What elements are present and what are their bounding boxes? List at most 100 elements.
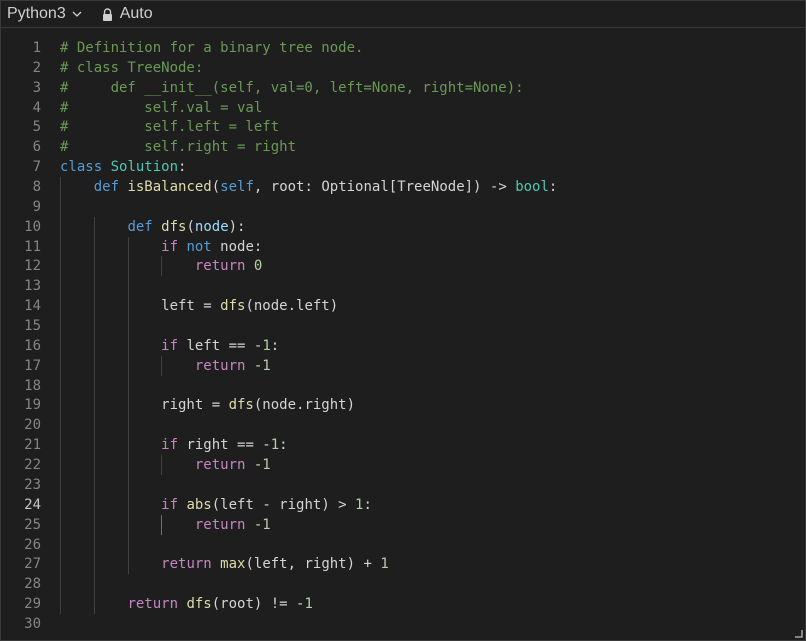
line-number: 17 bbox=[24, 357, 41, 374]
code-line[interactable]: 13 bbox=[1, 276, 805, 296]
indent-guide bbox=[93, 534, 95, 555]
code-text: # self.right = right bbox=[60, 139, 297, 156]
code-line[interactable]: 1 # Definition for a binary tree node. bbox=[1, 38, 805, 58]
indent-guide bbox=[93, 554, 95, 575]
indent-guide bbox=[60, 335, 61, 356]
indent-guide bbox=[60, 236, 61, 257]
code-line[interactable]: 5 # self.left = left bbox=[1, 117, 805, 137]
chevron-down-icon bbox=[72, 11, 82, 17]
code-line[interactable]: 22 return -1 bbox=[1, 455, 805, 475]
code-line[interactable]: 15 bbox=[1, 316, 805, 336]
code-line[interactable]: 30 bbox=[1, 614, 805, 634]
code-line[interactable]: 4 # self.val = val bbox=[1, 98, 805, 118]
indent-guide bbox=[60, 296, 61, 317]
code-line[interactable]: 26 bbox=[1, 535, 805, 555]
code-line[interactable]: 17 return -1 bbox=[1, 356, 805, 376]
code-line[interactable]: 2 # class TreeNode: bbox=[1, 58, 805, 78]
indent-guide bbox=[60, 395, 61, 416]
indent-guide bbox=[60, 216, 61, 237]
line-number: 3 bbox=[32, 79, 41, 96]
indent-guide bbox=[60, 375, 61, 396]
indent-guide bbox=[127, 534, 129, 555]
code-line[interactable]: 11 if not node: bbox=[1, 237, 805, 257]
code-text: # self.val = val bbox=[60, 99, 263, 116]
line-number: 4 bbox=[32, 99, 41, 116]
line-number: 13 bbox=[24, 278, 41, 295]
line-number: 5 bbox=[32, 119, 41, 136]
code-line[interactable]: 9 bbox=[1, 197, 805, 217]
code-text: return max(left, right) + 1 bbox=[161, 556, 389, 573]
editor-toolbar: Python3 Auto bbox=[1, 1, 805, 28]
indent-guide bbox=[127, 435, 129, 456]
indent-guide bbox=[127, 276, 129, 297]
line-number: 26 bbox=[24, 536, 41, 553]
indent-guide bbox=[93, 415, 95, 436]
code-line[interactable]: 29 return dfs(root) != -1 bbox=[1, 594, 805, 614]
code-text: def isBalanced(self, root: Optional[Tree… bbox=[93, 179, 558, 196]
indent-guide bbox=[93, 316, 95, 337]
language-selector[interactable]: Python3 bbox=[1, 5, 82, 23]
indent-guide bbox=[60, 494, 61, 515]
code-line[interactable]: 3 # def __init__(self, val=0, left=None, … bbox=[1, 78, 805, 98]
code-line[interactable]: 14 left = dfs(node.left) bbox=[1, 296, 805, 316]
code-text: def dfs(node): bbox=[127, 218, 246, 235]
indent-guide bbox=[127, 355, 129, 376]
auto-mode-toggle[interactable]: Auto bbox=[102, 5, 153, 23]
code-text: right = dfs(node.right) bbox=[60, 397, 356, 414]
code-line[interactable]: 8 def isBalanced(self, root: Optional[Tr… bbox=[1, 177, 805, 197]
code-text: # class TreeNode: bbox=[60, 59, 204, 76]
line-number: 20 bbox=[24, 417, 41, 434]
code-line[interactable]: 20 bbox=[1, 415, 805, 435]
line-number: 8 bbox=[32, 179, 41, 196]
line-number: 15 bbox=[24, 318, 41, 335]
indent-guide bbox=[127, 554, 129, 575]
line-number: 12 bbox=[24, 258, 41, 275]
indent-guide bbox=[127, 494, 129, 515]
code-line[interactable]: 27 return max(left, right) + 1 bbox=[1, 554, 805, 574]
code-line[interactable]: 7 class Solution: bbox=[1, 157, 805, 177]
indent-guide bbox=[93, 375, 95, 396]
indent-guide bbox=[93, 216, 95, 237]
indent-guide bbox=[127, 316, 129, 337]
code-text: # def __init__(self, val=0, left=None, r… bbox=[60, 79, 524, 96]
code-line[interactable]: 19 right = dfs(node.right) bbox=[1, 395, 805, 415]
line-number: 10 bbox=[24, 218, 41, 235]
language-label: Python3 bbox=[7, 5, 66, 22]
code-text: left = dfs(node.left) bbox=[60, 298, 339, 315]
indent-guide bbox=[93, 355, 95, 376]
code-text: if abs(left - right) > 1: bbox=[161, 496, 372, 513]
line-number: 29 bbox=[24, 596, 41, 613]
indent-guide bbox=[60, 316, 61, 337]
indent-guide bbox=[60, 574, 61, 595]
code-text: # Definition for a binary tree node. bbox=[60, 40, 364, 56]
code-line[interactable]: 12 return 0 bbox=[1, 256, 805, 276]
indent-guide bbox=[127, 335, 129, 356]
indent-guide bbox=[60, 256, 61, 277]
code-text: return -1 bbox=[194, 357, 271, 374]
code-text: class Solution: bbox=[60, 159, 187, 176]
code-line[interactable]: 18 bbox=[1, 376, 805, 396]
code-text: return -1 bbox=[194, 516, 271, 533]
indent-guide bbox=[93, 256, 95, 277]
indent-guide bbox=[60, 355, 61, 376]
indent-guide bbox=[127, 415, 129, 436]
indent-guide bbox=[127, 455, 129, 476]
line-number: 18 bbox=[24, 377, 41, 394]
code-line[interactable]: 6 # self.right = right bbox=[1, 137, 805, 157]
code-line[interactable]: 28 bbox=[1, 574, 805, 594]
line-number: 2 bbox=[32, 59, 41, 76]
code-line[interactable]: 16 if left == -1: bbox=[1, 336, 805, 356]
code-line[interactable]: 25 return -1 bbox=[1, 515, 805, 535]
indent-guide bbox=[93, 296, 95, 317]
line-number: 23 bbox=[24, 476, 41, 493]
indent-guide bbox=[60, 554, 61, 575]
code-line[interactable]: 24 if abs(left - right) > 1: bbox=[1, 495, 805, 515]
line-number: 7 bbox=[32, 159, 41, 176]
code-line[interactable]: 21 if right == -1: bbox=[1, 435, 805, 455]
indent-guide bbox=[127, 256, 129, 277]
indent-guide bbox=[93, 574, 95, 595]
resize-handle-icon[interactable] bbox=[795, 630, 803, 638]
code-editor[interactable]: 1 # Definition for a binary tree node. 2 # … bbox=[1, 28, 805, 640]
code-line[interactable]: 23 bbox=[1, 475, 805, 495]
code-line[interactable]: 10 def dfs(node): bbox=[1, 217, 805, 237]
